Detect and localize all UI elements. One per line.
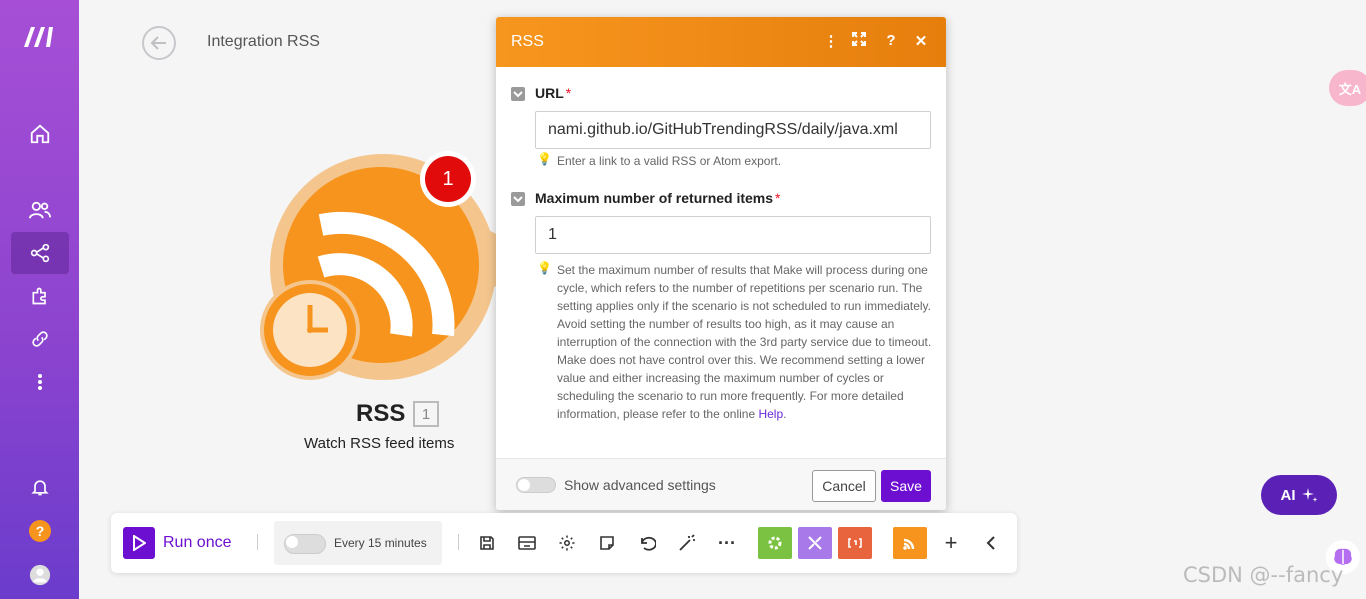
- tools-app-icon[interactable]: [758, 527, 792, 559]
- settings-gear-icon[interactable]: [555, 531, 579, 555]
- lightbulb-icon: 💡: [537, 261, 552, 275]
- expand-icon[interactable]: [849, 32, 869, 50]
- help-question-icon[interactable]: ?: [881, 32, 901, 49]
- home-icon[interactable]: [11, 113, 69, 155]
- module-description: Watch RSS feed items: [304, 435, 455, 452]
- max-items-hint: Set the maximum number of results that M…: [557, 263, 932, 421]
- ai-assistant-button[interactable]: AI: [1261, 475, 1337, 515]
- watermark: CSDN @--fancy: [1183, 563, 1344, 587]
- lightbulb-icon: 💡: [537, 152, 552, 166]
- connections-icon[interactable]: [11, 318, 69, 360]
- module-id-badge: 1: [413, 401, 439, 427]
- schedule-toggle[interactable]: [284, 534, 326, 554]
- max-field-toggle-icon[interactable]: [511, 192, 525, 206]
- apps-icon[interactable]: [11, 275, 69, 317]
- profile-icon[interactable]: [11, 554, 69, 596]
- scenarios-icon[interactable]: [11, 232, 69, 274]
- dialog-title: RSS: [511, 33, 544, 50]
- kebab-menu-icon[interactable]: ⋮: [821, 32, 841, 50]
- translate-icon[interactable]: 文A: [1329, 70, 1366, 106]
- url-input[interactable]: nami.github.io/GitHubTrendingRSS/daily/j…: [535, 111, 931, 149]
- more-icon[interactable]: [11, 361, 69, 403]
- text-parser-app-icon[interactable]: [838, 527, 872, 559]
- close-icon[interactable]: ✕: [911, 32, 931, 50]
- scenario-toolbar: Run once Every 15 minutes ··· +: [111, 513, 1017, 573]
- url-field-toggle-icon[interactable]: [511, 87, 525, 101]
- rss-app-icon[interactable]: [893, 527, 927, 559]
- more-options-icon[interactable]: ···: [715, 531, 739, 555]
- team-icon[interactable]: [11, 189, 69, 231]
- ai-label: AI: [1280, 486, 1296, 504]
- rss-settings-dialog: RSS ⋮ ? ✕ URL * nami.github.io/GitHubTren…: [496, 17, 946, 510]
- max-items-label: Maximum number of returned items *: [535, 190, 781, 206]
- url-hint: Enter a link to a valid RSS or Atom expo…: [557, 154, 782, 168]
- url-label: URL *: [535, 85, 572, 101]
- make-logo[interactable]: [11, 16, 69, 58]
- explain-flow-icon[interactable]: [515, 531, 539, 555]
- help-link[interactable]: Help: [758, 407, 783, 421]
- add-icon[interactable]: +: [939, 530, 963, 555]
- play-icon[interactable]: [123, 527, 155, 559]
- operations-badge[interactable]: 1: [420, 151, 476, 207]
- save-button[interactable]: Save: [881, 470, 931, 502]
- advanced-settings-label: Show advanced settings: [564, 477, 716, 493]
- divider: [257, 534, 258, 550]
- notes-icon[interactable]: [595, 531, 619, 555]
- advanced-settings-toggle[interactable]: [516, 477, 556, 493]
- save-icon[interactable]: [475, 531, 499, 555]
- dialog-footer: Show advanced settings Cancel Save: [496, 458, 946, 510]
- scenario-title[interactable]: Integration RSS: [207, 33, 320, 51]
- collapse-chevron-icon[interactable]: [979, 531, 1003, 555]
- auto-align-wand-icon[interactable]: [675, 531, 699, 555]
- notifications-icon[interactable]: [11, 466, 69, 508]
- max-items-input[interactable]: 1: [535, 216, 931, 254]
- run-once-button[interactable]: Run once: [163, 534, 232, 552]
- schedule-label: Every 15 minutes: [334, 536, 427, 550]
- module-name: RSS: [356, 400, 406, 427]
- sidebar: ?: [0, 0, 79, 599]
- clock-icon: [260, 280, 360, 380]
- divider: [458, 534, 459, 550]
- help-icon[interactable]: ?: [11, 510, 69, 552]
- flow-control-app-icon[interactable]: [798, 527, 832, 559]
- dialog-header: RSS ⋮ ? ✕: [496, 17, 946, 67]
- undo-icon[interactable]: [635, 531, 659, 555]
- sparkle-icon: [1301, 488, 1317, 502]
- back-button[interactable]: [142, 26, 176, 60]
- schedule-control[interactable]: Every 15 minutes: [274, 521, 442, 565]
- cancel-button[interactable]: Cancel: [812, 470, 876, 502]
